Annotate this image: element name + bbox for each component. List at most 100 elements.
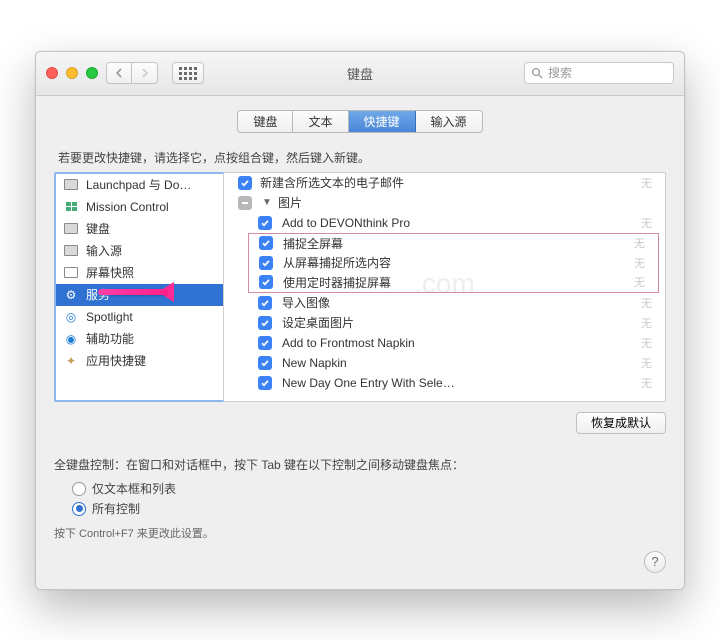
- sidebar-item-label: 辅助功能: [86, 330, 134, 347]
- restore-defaults-button[interactable]: 恢复成默认: [576, 412, 666, 434]
- shortcut-value: 无: [634, 274, 646, 290]
- launchpad-icon: [63, 177, 79, 193]
- radio-icon: [72, 502, 86, 516]
- close-button[interactable]: [46, 67, 58, 79]
- sidebar-item-app-shortcuts[interactable]: ✦ 应用快捷键: [56, 350, 223, 372]
- checkbox[interactable]: [259, 275, 273, 289]
- mission-control-icon: [63, 199, 79, 215]
- checkbox-mixed[interactable]: [238, 196, 252, 210]
- preferences-window: 键盘 键盘文本快捷键输入源 若要更改快捷键，请选择它，点按组合键，然后键入新键。…: [35, 51, 685, 590]
- sidebar-item-label: 应用快捷键: [86, 352, 146, 369]
- shortcut-label: Add to Frontmost Napkin: [282, 336, 415, 350]
- keyboard-icon: [63, 221, 79, 237]
- shortcut-group[interactable]: ▼ 图片: [224, 193, 665, 213]
- sidebar-item-launchpad[interactable]: Launchpad 与 Do…: [56, 174, 223, 196]
- checkbox[interactable]: [258, 376, 272, 390]
- checkbox[interactable]: [258, 356, 272, 370]
- grid-icon: [179, 67, 197, 80]
- category-sidebar[interactable]: Launchpad 与 Do… Mission Control 键盘输入源屏幕快照 ⚙…: [54, 172, 224, 402]
- minimize-button[interactable]: [66, 67, 78, 79]
- shortcut-value: 无: [641, 175, 653, 191]
- help-button[interactable]: ?: [644, 551, 666, 573]
- show-all-button[interactable]: [172, 62, 204, 84]
- sidebar-item-input-source[interactable]: 输入源: [56, 240, 223, 262]
- back-button[interactable]: [106, 62, 132, 84]
- shortcut-row[interactable]: Add to Frontmost Napkin 无: [224, 333, 665, 353]
- shortcut-label: 使用定时器捕捉屏幕: [283, 274, 391, 291]
- sidebar-item-label: Spotlight: [86, 310, 133, 324]
- checkbox[interactable]: [259, 256, 273, 270]
- sidebar-item-label: 服务: [86, 286, 110, 303]
- sidebar-item-label: 键盘: [86, 220, 110, 237]
- sidebar-item-label: 屏幕快照: [86, 264, 134, 281]
- nav-buttons: [106, 62, 158, 84]
- radio-option-0[interactable]: 仅文本框和列表: [72, 479, 666, 499]
- kbd-heading: 全键盘控制：在窗口和对话框中，按下 Tab 键在以下控制之间移动键盘焦点：: [54, 456, 666, 473]
- help-icon: ?: [651, 554, 658, 569]
- shortcut-row[interactable]: 新建含所选文本的电子邮件 无: [224, 173, 665, 193]
- accessibility-icon: ◉: [63, 331, 79, 347]
- checkbox[interactable]: [258, 296, 272, 310]
- kbd-note: 按下 Control+F7 来更改此设置。: [54, 525, 666, 541]
- chevron-left-icon: [115, 68, 123, 78]
- shortcut-label: 图片: [278, 194, 302, 211]
- shortcut-value: 无: [634, 255, 646, 271]
- tab-0[interactable]: 键盘: [238, 111, 293, 132]
- chevron-right-icon: [141, 68, 149, 78]
- shortcut-row[interactable]: 设定桌面图片无: [224, 313, 665, 333]
- forward-button[interactable]: [132, 62, 158, 84]
- spotlight-icon: ◎: [63, 309, 79, 325]
- disclosure-triangle-icon[interactable]: ▼: [262, 197, 272, 208]
- sidebar-item-label: Mission Control: [86, 200, 169, 214]
- shortcut-row[interactable]: Add to DEVONthink Pro无: [224, 213, 665, 233]
- shortcut-row[interactable]: New Napkin无: [224, 353, 665, 373]
- input-source-icon: [63, 243, 79, 259]
- shortcut-label: 从屏幕捕捉所选内容: [283, 254, 391, 271]
- checkbox[interactable]: [258, 216, 272, 230]
- shortcut-row[interactable]: 使用定时器捕捉屏幕 无: [248, 273, 659, 293]
- tab-1[interactable]: 文本: [293, 111, 348, 132]
- shortcut-label: Add to DEVONthink Pro: [282, 216, 410, 230]
- full-keyboard-access: 全键盘控制：在窗口和对话框中，按下 Tab 键在以下控制之间移动键盘焦点： 仅文…: [54, 456, 666, 541]
- shortcut-label: New Day One Entry With Sele…: [282, 376, 455, 390]
- radio-label: 仅文本框和列表: [92, 480, 176, 497]
- hint-text: 若要更改快捷键，请选择它，点按组合键，然后键入新键。: [58, 149, 662, 166]
- search-input[interactable]: [548, 66, 667, 80]
- sidebar-item-gear[interactable]: ⚙︎ 服务: [56, 284, 223, 306]
- sidebar-item-mission-control[interactable]: Mission Control: [56, 196, 223, 218]
- shortcut-list[interactable]: .com 新建含所选文本的电子邮件无▼图片Add to DEVONthink P…: [224, 172, 666, 402]
- checkbox[interactable]: [238, 176, 252, 190]
- window-controls: [46, 67, 98, 79]
- shortcut-row[interactable]: 捕捉全屏幕无: [248, 233, 659, 253]
- gear-icon: ⚙︎: [63, 287, 79, 303]
- tabs: 键盘文本快捷键输入源: [54, 110, 666, 133]
- shortcut-value: 无: [641, 295, 653, 311]
- sidebar-item-keyboard[interactable]: 键盘: [56, 218, 223, 240]
- radio-icon: [72, 482, 86, 496]
- sidebar-item-accessibility[interactable]: ◉ 辅助功能: [56, 328, 223, 350]
- search-field[interactable]: [524, 62, 674, 84]
- panes: Launchpad 与 Do… Mission Control 键盘输入源屏幕快照 ⚙…: [54, 172, 666, 402]
- sidebar-item-label: 输入源: [86, 242, 122, 259]
- sidebar-item-label: Launchpad 与 Do…: [86, 176, 191, 193]
- checkbox[interactable]: [258, 316, 272, 330]
- radio-option-1[interactable]: 所有控制: [72, 499, 666, 519]
- titlebar: 键盘: [36, 52, 684, 96]
- screenshot-icon: [63, 265, 79, 281]
- tab-3[interactable]: 输入源: [416, 111, 482, 132]
- sidebar-item-screenshot[interactable]: 屏幕快照: [56, 262, 223, 284]
- shortcut-row[interactable]: 从屏幕捕捉所选内容 无: [248, 253, 659, 273]
- shortcut-label: New Napkin: [282, 356, 347, 370]
- shortcut-row[interactable]: New Day One Entry With Sele…无: [224, 373, 665, 393]
- checkbox[interactable]: [259, 236, 273, 250]
- shortcut-label: 导入图像: [282, 294, 330, 311]
- sidebar-item-spotlight[interactable]: ◎ Spotlight: [56, 306, 223, 328]
- shortcut-value: 无: [641, 315, 653, 331]
- checkbox[interactable]: [258, 336, 272, 350]
- shortcut-row[interactable]: 导入图像 无: [224, 293, 665, 313]
- app-shortcuts-icon: ✦: [63, 353, 79, 369]
- tab-2[interactable]: 快捷键: [349, 111, 416, 132]
- zoom-button[interactable]: [86, 67, 98, 79]
- shortcut-label: 新建含所选文本的电子邮件: [260, 174, 404, 191]
- shortcut-value: 无: [641, 335, 653, 351]
